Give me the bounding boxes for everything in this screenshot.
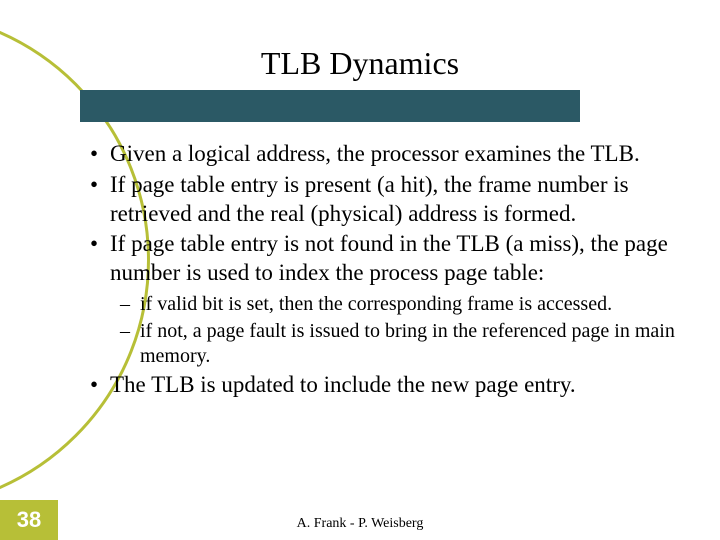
- slide-title: TLB Dynamics: [0, 45, 720, 82]
- bullet-item: Given a logical address, the processor e…: [85, 140, 705, 169]
- sub-bullet-item: if valid bit is set, then the correspond…: [110, 292, 705, 317]
- accent-bar: [80, 90, 580, 122]
- slide: TLB Dynamics Given a logical address, th…: [0, 0, 720, 540]
- bullet-text: If page table entry is not found in the …: [110, 231, 668, 285]
- title-area: TLB Dynamics: [0, 45, 720, 82]
- bullet-item: The TLB is updated to include the new pa…: [85, 371, 705, 400]
- bullet-item: If page table entry is present (a hit), …: [85, 171, 705, 229]
- footer-text: A. Frank - P. Weisberg: [0, 516, 720, 532]
- sub-bullet-item: if not, a page fault is issued to bring …: [110, 319, 705, 369]
- bullet-item: If page table entry is not found in the …: [85, 230, 705, 369]
- bullet-list: Given a logical address, the processor e…: [85, 140, 705, 400]
- sub-list: if valid bit is set, then the correspond…: [110, 292, 705, 369]
- content-area: Given a logical address, the processor e…: [85, 140, 705, 402]
